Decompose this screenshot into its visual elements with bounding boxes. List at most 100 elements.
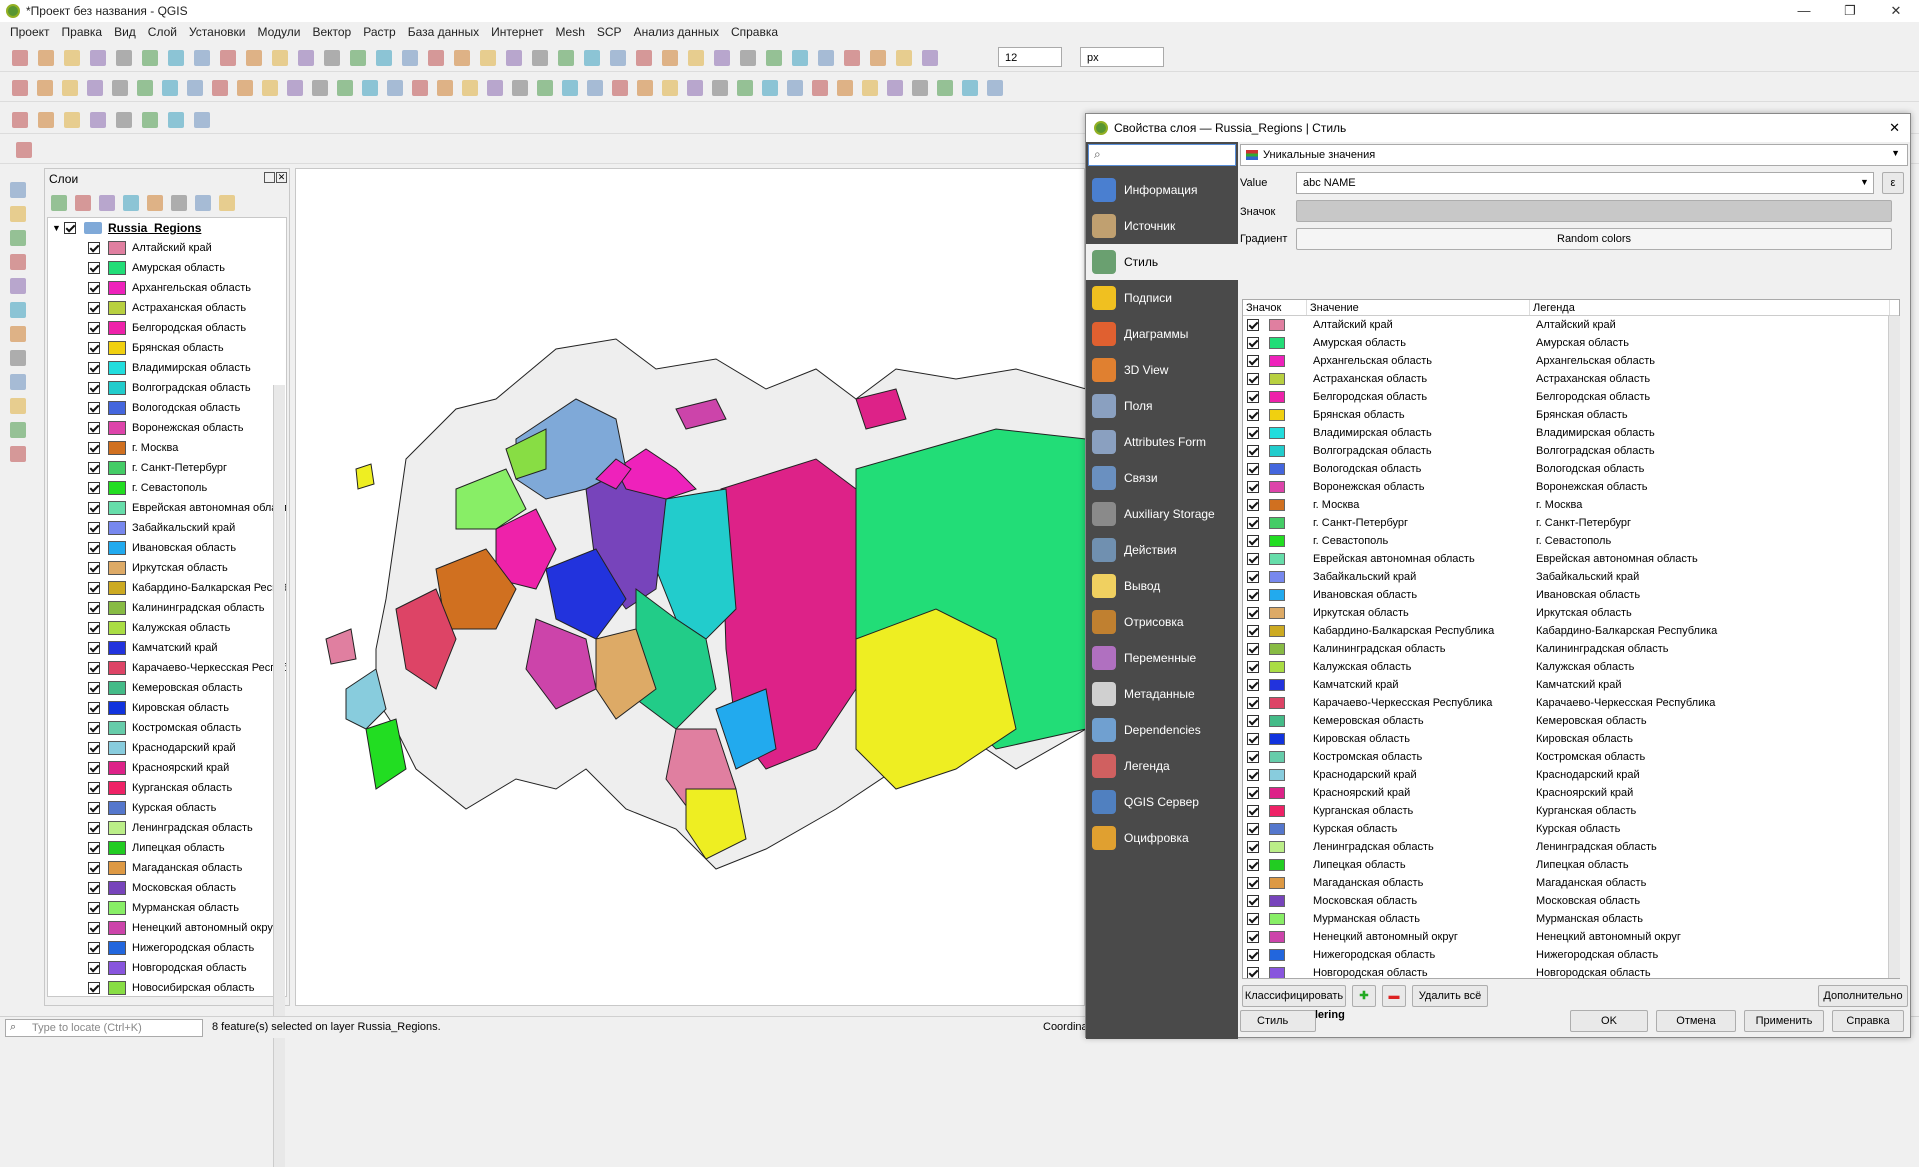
legend-item[interactable]: Кабардино-Балкарская Республика [48,578,286,598]
toolbar-tool-icon[interactable] [637,80,653,96]
legend-item[interactable]: Курганская область [48,778,286,798]
toolbar-tool-icon[interactable] [562,80,578,96]
legend-item[interactable]: Кемеровская область [48,678,286,698]
close-button[interactable]: ✕ [1873,0,1919,22]
legend-checkbox[interactable] [88,302,100,314]
table-row[interactable]: Мурманская область Мурманская область [1243,910,1899,928]
category-swatch[interactable] [1269,463,1285,475]
minimize-button[interactable]: — [1781,0,1827,22]
category-swatch[interactable] [1269,481,1285,493]
legend-checkbox[interactable] [88,322,100,334]
toolbar-tool-icon[interactable] [922,50,938,66]
nav-item[interactable]: Отрисовка [1086,604,1238,640]
table-row[interactable]: г. Севастополь г. Севастополь [1243,532,1899,550]
category-legend[interactable]: Алтайский край [1530,319,1830,331]
toolbar-tool-icon[interactable] [714,50,730,66]
legend-item[interactable]: г. Санкт-Петербург [48,458,286,478]
layers-tree[interactable]: ▼ Russia_Regions Алтайский край Амурская … [47,217,287,997]
legend-checkbox[interactable] [88,722,100,734]
category-legend[interactable]: Липецкая область [1530,859,1830,871]
legend-item[interactable]: Волгоградская область [48,378,286,398]
toolbar-tool-icon[interactable] [487,80,503,96]
add-layer-icon[interactable] [10,254,26,270]
classify-button[interactable]: Классифицировать [1242,985,1346,1007]
toolbar-tool-icon[interactable] [12,50,28,66]
menu-item[interactable]: SCP [591,25,628,39]
toolbar-tool-icon[interactable] [428,50,444,66]
category-swatch[interactable] [1269,949,1285,961]
category-legend[interactable]: Забайкальский край [1530,571,1830,583]
category-checkbox[interactable] [1247,931,1259,943]
nav-item[interactable]: 3D View [1086,352,1238,388]
add-layer-icon[interactable] [10,398,26,414]
toolbar-tool-icon[interactable] [787,80,803,96]
category-legend[interactable]: г. Москва [1530,499,1830,511]
toolbar-tool-icon[interactable] [112,80,128,96]
layers-tool-icon[interactable] [219,195,235,211]
table-row[interactable]: Алтайский край Алтайский край [1243,316,1899,334]
legend-checkbox[interactable] [88,902,100,914]
category-legend[interactable]: Карачаево-Черкесская Республика [1530,697,1830,709]
category-swatch[interactable] [1269,733,1285,745]
table-row[interactable]: Волгоградская область Волгоградская облас… [1243,442,1899,460]
category-checkbox[interactable] [1247,859,1259,871]
toolbar-tool-icon[interactable] [962,80,978,96]
table-row[interactable]: Брянская область Брянская область [1243,406,1899,424]
category-legend[interactable]: Кемеровская область [1530,715,1830,727]
layers-tool-icon[interactable] [99,195,115,211]
toolbar-tool-icon[interactable] [237,80,253,96]
legend-checkbox[interactable] [88,402,100,414]
toolbar-tool-icon[interactable] [350,50,366,66]
nav-item[interactable]: Метаданные [1086,676,1238,712]
table-row[interactable]: Липецкая область Липецкая область [1243,856,1899,874]
category-legend[interactable]: Амурская область [1530,337,1830,349]
layers-scrollbar[interactable] [273,385,285,1167]
add-category-button[interactable]: ✚ [1352,985,1376,1007]
nav-item[interactable]: Информация [1086,172,1238,208]
toolbar-tool-icon[interactable] [220,50,236,66]
category-legend[interactable]: Вологодская область [1530,463,1830,475]
toolbar-tool-icon[interactable] [740,50,756,66]
legend-item[interactable]: Курская область [48,798,286,818]
category-swatch[interactable] [1269,967,1285,978]
table-row[interactable]: Воронежская область Воронежская область [1243,478,1899,496]
toolbar-tool-icon[interactable] [987,80,1003,96]
category-legend[interactable]: Новгородская область [1530,967,1830,978]
toolbar-tool-icon[interactable] [194,112,210,128]
toolbar-tool-icon[interactable] [812,80,828,96]
category-swatch[interactable] [1269,859,1285,871]
toolbar-tool-icon[interactable] [262,80,278,96]
category-legend[interactable]: Воронежская область [1530,481,1830,493]
add-layer-icon[interactable] [10,182,26,198]
category-checkbox[interactable] [1247,679,1259,691]
category-swatch[interactable] [1269,787,1285,799]
toolbar-tool-icon[interactable] [337,80,353,96]
category-checkbox[interactable] [1247,949,1259,961]
table-row[interactable]: Ленинградская область Ленинградская облас… [1243,838,1899,856]
table-scrollbar[interactable] [1888,316,1900,978]
nav-item[interactable]: Связи [1086,460,1238,496]
toolbar-tool-icon[interactable] [362,80,378,96]
remove-category-button[interactable]: ▬ [1382,985,1406,1007]
category-legend[interactable]: Костромская область [1530,751,1830,763]
category-legend[interactable]: Брянская область [1530,409,1830,421]
legend-item[interactable]: г. Москва [48,438,286,458]
legend-item[interactable]: Липецкая область [48,838,286,858]
toolbar-tool-icon[interactable] [688,50,704,66]
menu-item[interactable]: Модули [251,25,306,39]
toolbar-tool-icon[interactable] [90,50,106,66]
legend-checkbox[interactable] [88,282,100,294]
category-legend[interactable]: Нижегородская область [1530,949,1830,961]
category-legend[interactable]: Мурманская область [1530,913,1830,925]
toolbar-tool-icon[interactable] [298,50,314,66]
legend-checkbox[interactable] [88,382,100,394]
nav-search-input[interactable]: ⌕ [1088,144,1236,166]
legend-checkbox[interactable] [88,362,100,374]
nav-item[interactable]: Оцифровка [1086,820,1238,856]
table-row[interactable]: Ивановская область Ивановская область [1243,586,1899,604]
toolbar-tool-icon[interactable] [194,50,210,66]
toolbar-tool-icon[interactable] [912,80,928,96]
table-row[interactable]: Астраханская область Астраханская область [1243,370,1899,388]
category-swatch[interactable] [1269,661,1285,673]
toolbar-tool-icon[interactable] [887,80,903,96]
